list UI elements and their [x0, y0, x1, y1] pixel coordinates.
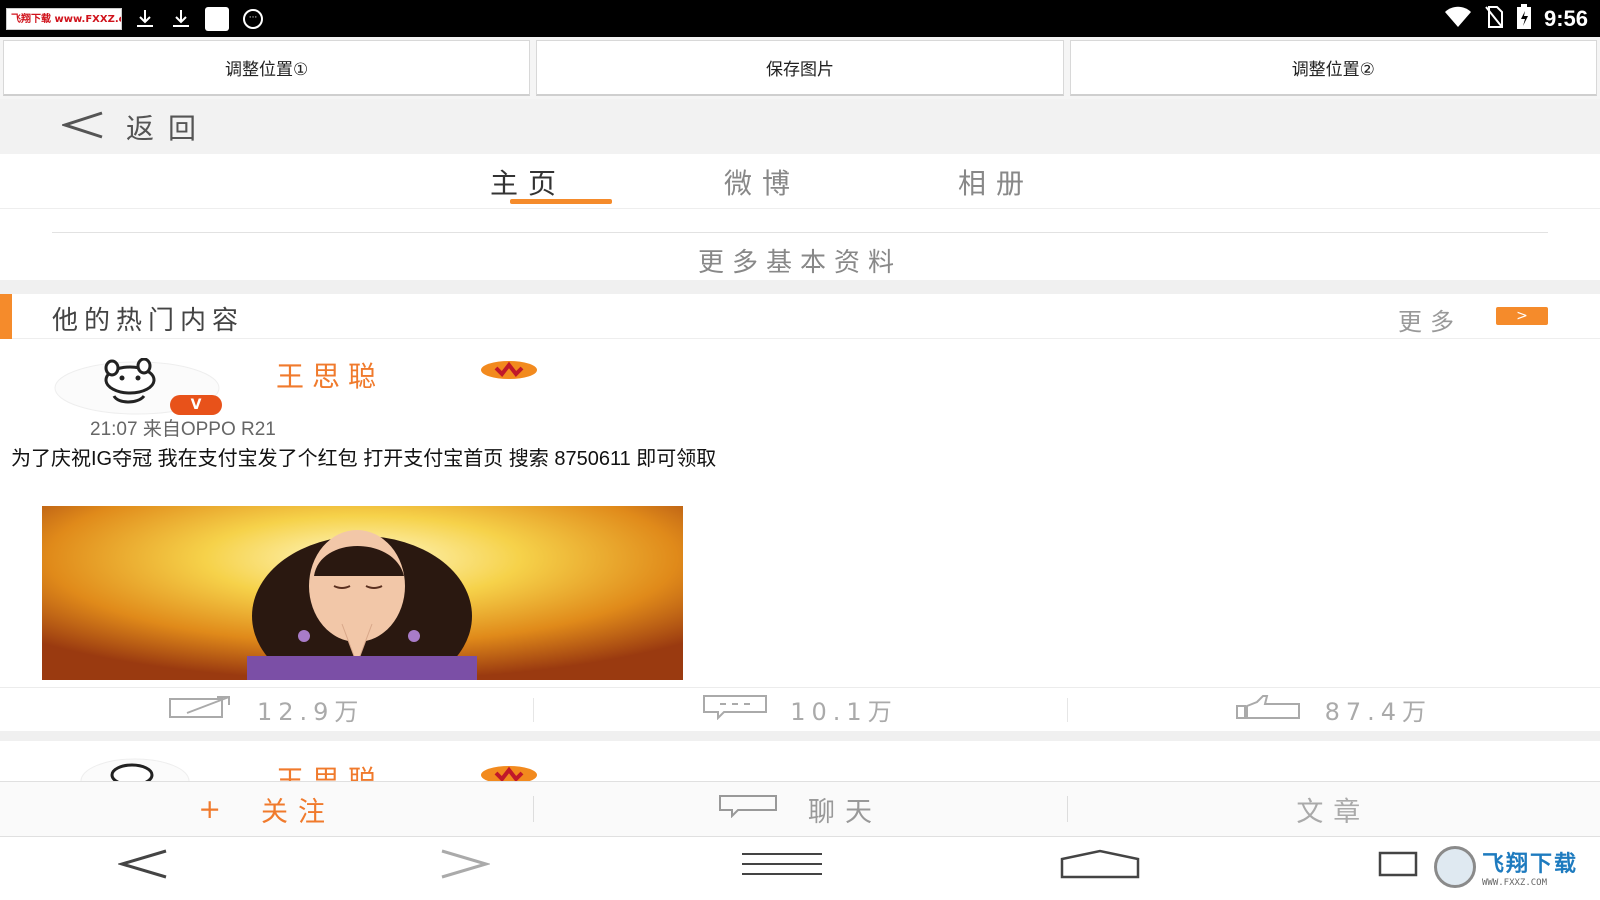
image-toolbar: 调整位置① 保存图片 调整位置② [0, 37, 1600, 99]
chat-icon [718, 794, 778, 825]
post-card: V 王思聪 21:07 来自OPPO R21 为了庆祝IG夺冠 我在支付宝发了个… [0, 340, 1600, 687]
watermark-url: WWW.FXXZ.COM [1482, 878, 1548, 888]
comment-button[interactable]: 10.1万 [533, 688, 1066, 731]
watermark-title: 飞翔下载 [1482, 852, 1579, 877]
more-dots-icon: ··· [240, 7, 266, 31]
more-basic-info-section: 更多基本资料 [0, 210, 1600, 280]
chevron-left-icon [60, 111, 104, 143]
vip-crown-icon [480, 360, 538, 384]
comment-icon [702, 694, 768, 726]
chat-button[interactable]: 聊天 [533, 782, 1066, 836]
menu-icon[interactable] [740, 849, 824, 883]
system-nav-bar: 飞翔下载 WWW.FXXZ.COM [0, 837, 1600, 900]
plus-icon: + [198, 793, 231, 825]
clock: 9:56 [1543, 6, 1588, 31]
site-logo-icon [1434, 846, 1476, 888]
battery-charging-icon [1516, 4, 1532, 34]
repost-button[interactable]: 12.9万 [0, 688, 533, 731]
section-gap [0, 280, 1600, 294]
post-actions: 12.9万 10.1万 87.4万 [0, 687, 1600, 731]
recent-apps-icon[interactable] [1378, 849, 1418, 883]
site-watermark: 飞翔下载 WWW.FXXZ.COM [1434, 844, 1594, 890]
status-bar: 飞翔下载 www.FXXZ.com ··· 9:56 [0, 0, 1600, 37]
profile-bottom-bar: + 关注 聊天 文章 [0, 781, 1600, 837]
back-button[interactable]: 返回 [60, 107, 211, 147]
download-icon-2 [168, 7, 194, 31]
article-button[interactable]: 文章 [1066, 782, 1600, 836]
back-label: 返回 [126, 111, 211, 145]
download-icon [132, 7, 158, 31]
chat-label: 聊天 [807, 796, 882, 828]
divider [52, 232, 1548, 233]
nav-forward-icon[interactable] [440, 849, 492, 883]
more-basic-info-link[interactable]: 更多基本资料 [0, 242, 1600, 279]
tab-home[interactable]: 主页 [490, 162, 566, 202]
no-sim-icon [1484, 5, 1504, 33]
status-bar-system: 9:56 [1444, 4, 1588, 34]
avatar[interactable] [80, 755, 190, 781]
thumbs-up-icon [1235, 694, 1303, 726]
section-gap [0, 731, 1600, 741]
like-button[interactable]: 87.4万 [1066, 688, 1600, 731]
nav-back-icon[interactable] [116, 849, 168, 883]
post-card-2: 王思聪 [0, 741, 1600, 781]
like-count: 87.4万 [1324, 698, 1433, 726]
post-meta: 21:07 来自OPPO R21 [90, 419, 276, 440]
follow-button[interactable]: + 关注 [0, 782, 533, 836]
vip-crown-icon [480, 765, 538, 781]
follow-label: 关注 [260, 796, 335, 828]
watermark-badge: 飞翔下载 www.FXXZ.com [6, 8, 122, 30]
tab-album[interactable]: 相册 [958, 162, 1034, 202]
post-author-name[interactable]: 王思聪 [276, 355, 384, 395]
app-notification-icon [204, 7, 230, 31]
post-image[interactable] [42, 506, 683, 680]
status-bar-notifications: 飞翔下载 www.FXXZ.com ··· [6, 6, 266, 32]
adjust-position-2-button[interactable]: 调整位置② [1069, 40, 1597, 96]
hot-content-more-link[interactable]: 更多 [1398, 302, 1462, 337]
repost-icon [168, 695, 235, 725]
chevron-right-icon[interactable]: > [1496, 307, 1548, 325]
repost-count: 12.9万 [256, 698, 365, 726]
tab-weibo[interactable]: 微博 [724, 162, 800, 202]
wifi-icon [1444, 6, 1472, 32]
home-icon[interactable] [1060, 849, 1140, 883]
save-image-button[interactable]: 保存图片 [536, 40, 1064, 96]
section-accent-bar [0, 294, 12, 339]
active-tab-indicator [510, 199, 612, 204]
post-author-name[interactable]: 王思聪 [276, 759, 384, 781]
article-label: 文章 [1296, 796, 1371, 828]
adjust-position-1-button[interactable]: 调整位置① [3, 40, 531, 96]
verified-badge: V [170, 395, 222, 415]
hot-content-header: 他的热门内容 更多 > [0, 294, 1600, 339]
back-bar: 返回 [0, 99, 1600, 154]
comment-count: 10.1万 [790, 698, 898, 726]
post-text: 为了庆祝IG夺冠 我在支付宝发了个红包 打开支付宝首页 搜索 8750611 即… [11, 448, 717, 470]
hot-content-title: 他的热门内容 [52, 306, 245, 336]
